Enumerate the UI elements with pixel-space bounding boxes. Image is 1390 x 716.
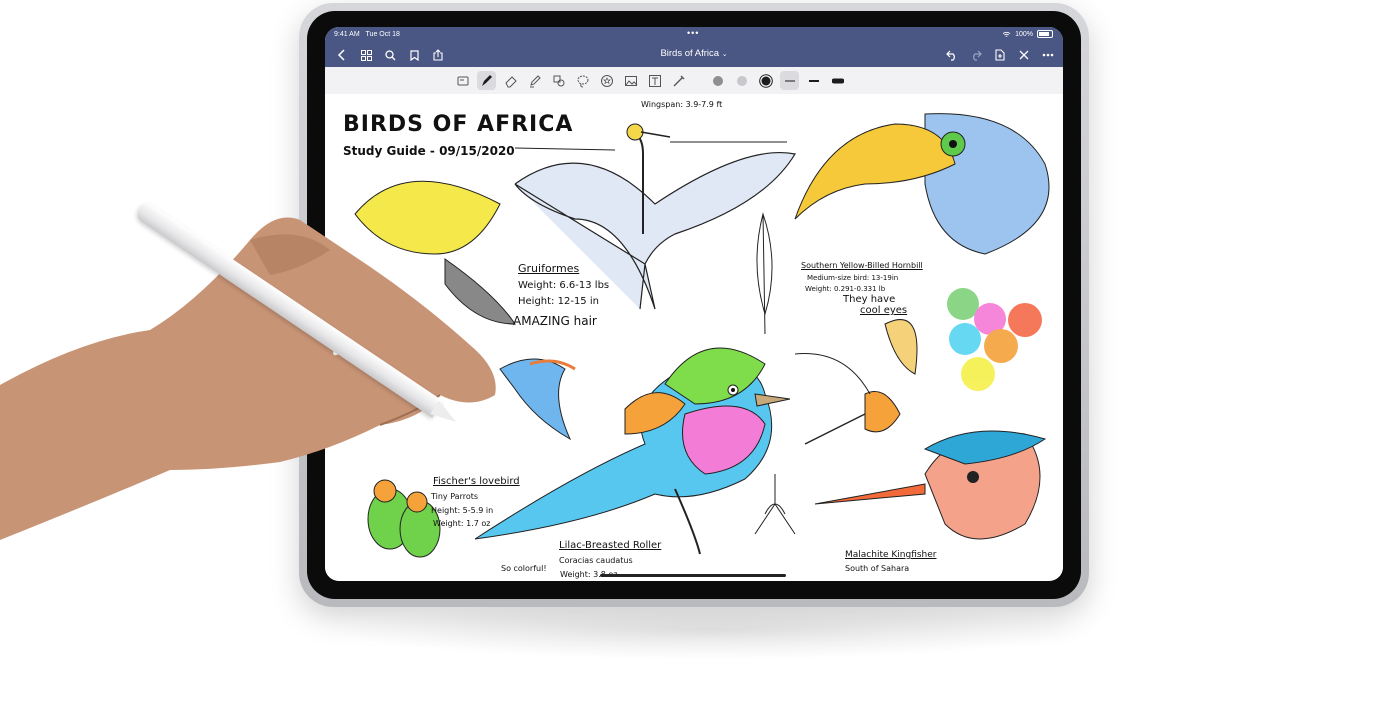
lasso-icon	[577, 75, 588, 87]
sticker-tool[interactable]	[597, 71, 616, 90]
sticker-icon	[600, 74, 613, 87]
add-page-button[interactable]	[991, 46, 1009, 64]
status-right: 100%	[1002, 30, 1053, 38]
undo-button[interactable]	[943, 46, 961, 64]
roller-species: Coracias caudatus	[559, 556, 633, 565]
thick-line-icon	[831, 78, 844, 83]
kingfisher-name: Malachite Kingfisher	[845, 550, 937, 560]
home-indicator[interactable]	[600, 574, 786, 577]
stroke-thick[interactable]	[828, 71, 847, 90]
hummingbird-drawing	[794, 319, 918, 445]
stroke-medium[interactable]	[804, 71, 823, 90]
undo-icon	[946, 50, 955, 61]
text-icon	[648, 74, 661, 87]
wifi-icon	[1002, 31, 1011, 37]
battery-icon	[1037, 30, 1053, 38]
laser-tool[interactable]	[669, 71, 688, 90]
color-swatch-2[interactable]	[732, 71, 751, 90]
hornbill-note-1: They have	[843, 294, 896, 305]
image-tool[interactable]	[621, 71, 640, 90]
thin-line-icon	[784, 80, 795, 81]
color-swatch-3[interactable]	[756, 71, 775, 90]
hornbill-drawing	[794, 113, 1050, 255]
close-button[interactable]	[1015, 46, 1033, 64]
stroke-thin[interactable]	[780, 71, 799, 90]
hornbill-note-2: cool eyes	[860, 305, 908, 316]
battery-percent: 100%	[1015, 30, 1033, 38]
hornbill-weight: Weight: 0.291-0.331 lb	[805, 285, 886, 293]
redo-icon	[973, 50, 982, 61]
bird-foot-drawing	[754, 474, 796, 535]
hornbill-name: Southern Yellow-Billed Hornbill	[801, 261, 923, 270]
laser-icon	[673, 75, 684, 86]
redo-button[interactable]	[967, 46, 985, 64]
color-dot-selected-icon	[758, 73, 773, 88]
roller-name: Lilac-Breasted Roller	[559, 540, 662, 551]
close-icon	[1019, 50, 1029, 60]
lasso-tool[interactable]	[573, 71, 592, 90]
color-swatch-1[interactable]	[708, 71, 727, 90]
wingspan-note: Wingspan: 3.9-7.9 ft	[641, 100, 723, 109]
color-splash	[947, 288, 1042, 391]
image-icon	[624, 75, 637, 86]
more-button[interactable]	[1039, 46, 1057, 64]
hand-illustration	[0, 217, 496, 540]
add-page-icon	[995, 49, 1005, 61]
kingfisher-drawing	[814, 430, 1047, 540]
more-icon	[1042, 53, 1054, 57]
text-tool[interactable]	[645, 71, 664, 90]
color-dot-icon	[736, 75, 747, 86]
hornbill-size: Medium-size bird: 13-19in	[807, 274, 899, 282]
kingfisher-range: South of Sahara	[845, 564, 910, 573]
multitask-dots[interactable]: •••	[687, 28, 699, 38]
color-dot-icon	[712, 75, 723, 86]
feather-drawing	[756, 212, 773, 335]
medium-line-icon	[808, 79, 819, 82]
